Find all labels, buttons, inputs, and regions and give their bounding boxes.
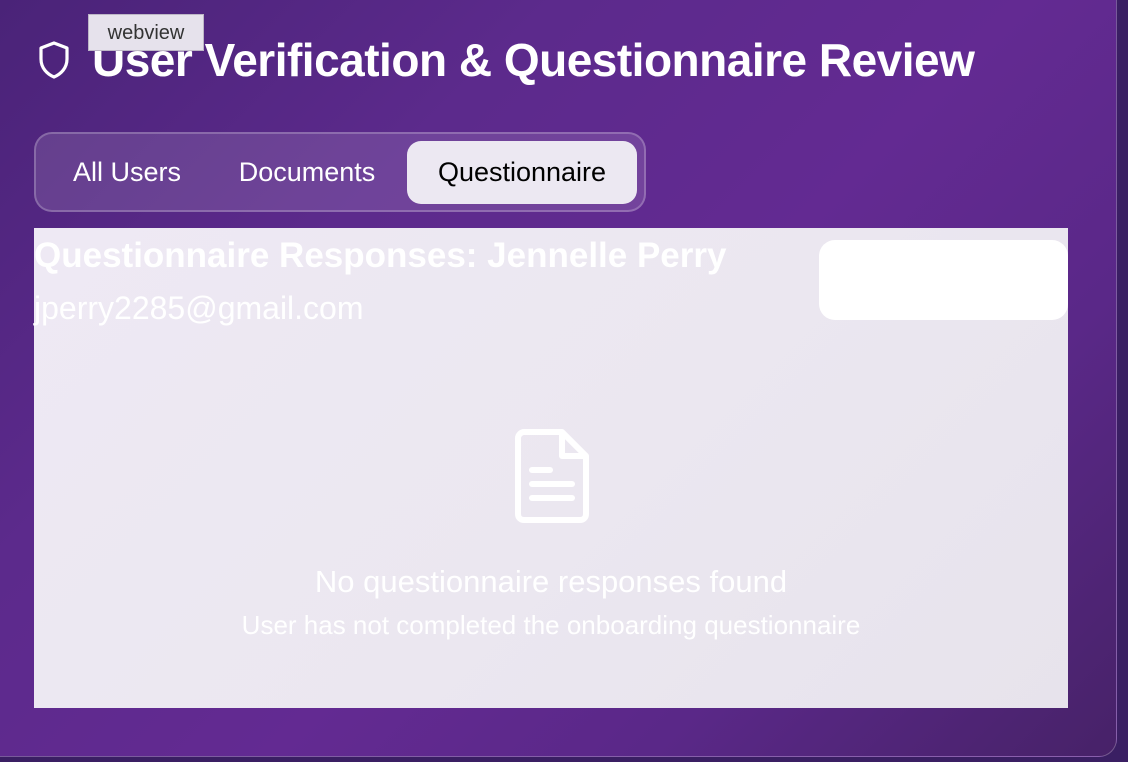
panel-title: Questionnaire Responses: Jennelle Perry [34, 236, 727, 275]
tab-documents[interactable]: Documents [222, 141, 392, 204]
questionnaire-panel: Questionnaire Responses: Jennelle Perry … [34, 228, 1068, 708]
document-icon [514, 428, 590, 524]
webview-tooltip: webview [88, 14, 204, 51]
shield-icon [36, 40, 72, 80]
panel-action-button[interactable] [819, 240, 1068, 320]
page-title: User Verification & Questionnaire Review [92, 34, 975, 86]
tab-bar: All Users Documents Questionnaire [34, 132, 646, 212]
app-window: webview User Verification & Questionnair… [0, 0, 1117, 757]
empty-state-subtitle: User has not completed the onboarding qu… [241, 610, 861, 640]
user-email: jperry2285@gmail.com [34, 290, 364, 326]
tab-questionnaire[interactable]: Questionnaire [407, 141, 637, 204]
empty-state-title: No questionnaire responses found [314, 564, 788, 599]
tab-all-users[interactable]: All Users [52, 141, 202, 204]
